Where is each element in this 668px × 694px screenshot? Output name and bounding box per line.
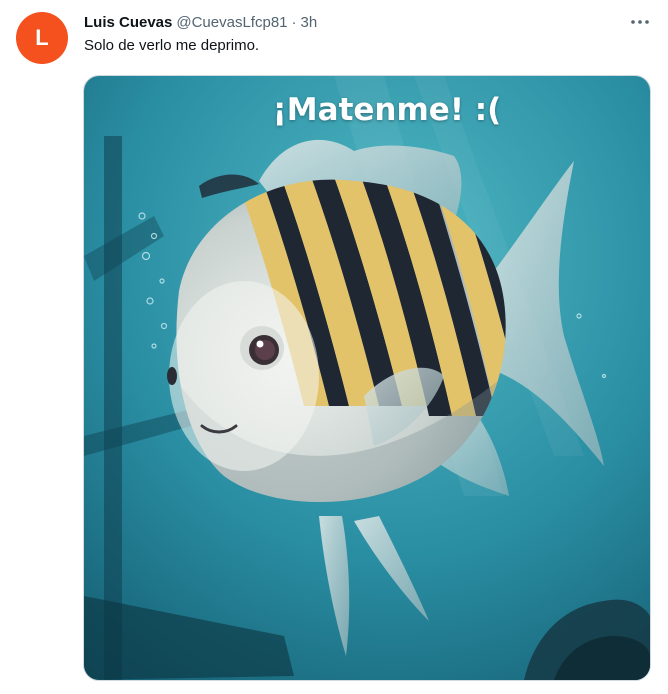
fish-meme-illustration [84, 76, 650, 680]
tweet-card[interactable]: L Luis Cuevas @CuevasLfcp81 · 3h Solo de… [0, 0, 668, 694]
more-options-button[interactable] [626, 10, 654, 34]
more-horizontal-icon [631, 20, 649, 24]
avatar-letter: L [35, 25, 49, 50]
meme-caption: ¡Matenme! :( [272, 92, 502, 128]
tweet-media-image[interactable]: ¡Matenme! :( [83, 75, 651, 681]
separator-dot: · [291, 13, 297, 31]
display-name[interactable]: Luis Cuevas [84, 14, 172, 31]
avatar[interactable]: L [16, 12, 68, 64]
timestamp[interactable]: 3h [301, 14, 318, 31]
tweet-text: Solo de verlo me deprimo. [84, 37, 260, 54]
tweet-header: Luis Cuevas @CuevasLfcp81 · 3h [84, 12, 620, 32]
user-handle[interactable]: @CuevasLfcp81 [176, 14, 287, 31]
